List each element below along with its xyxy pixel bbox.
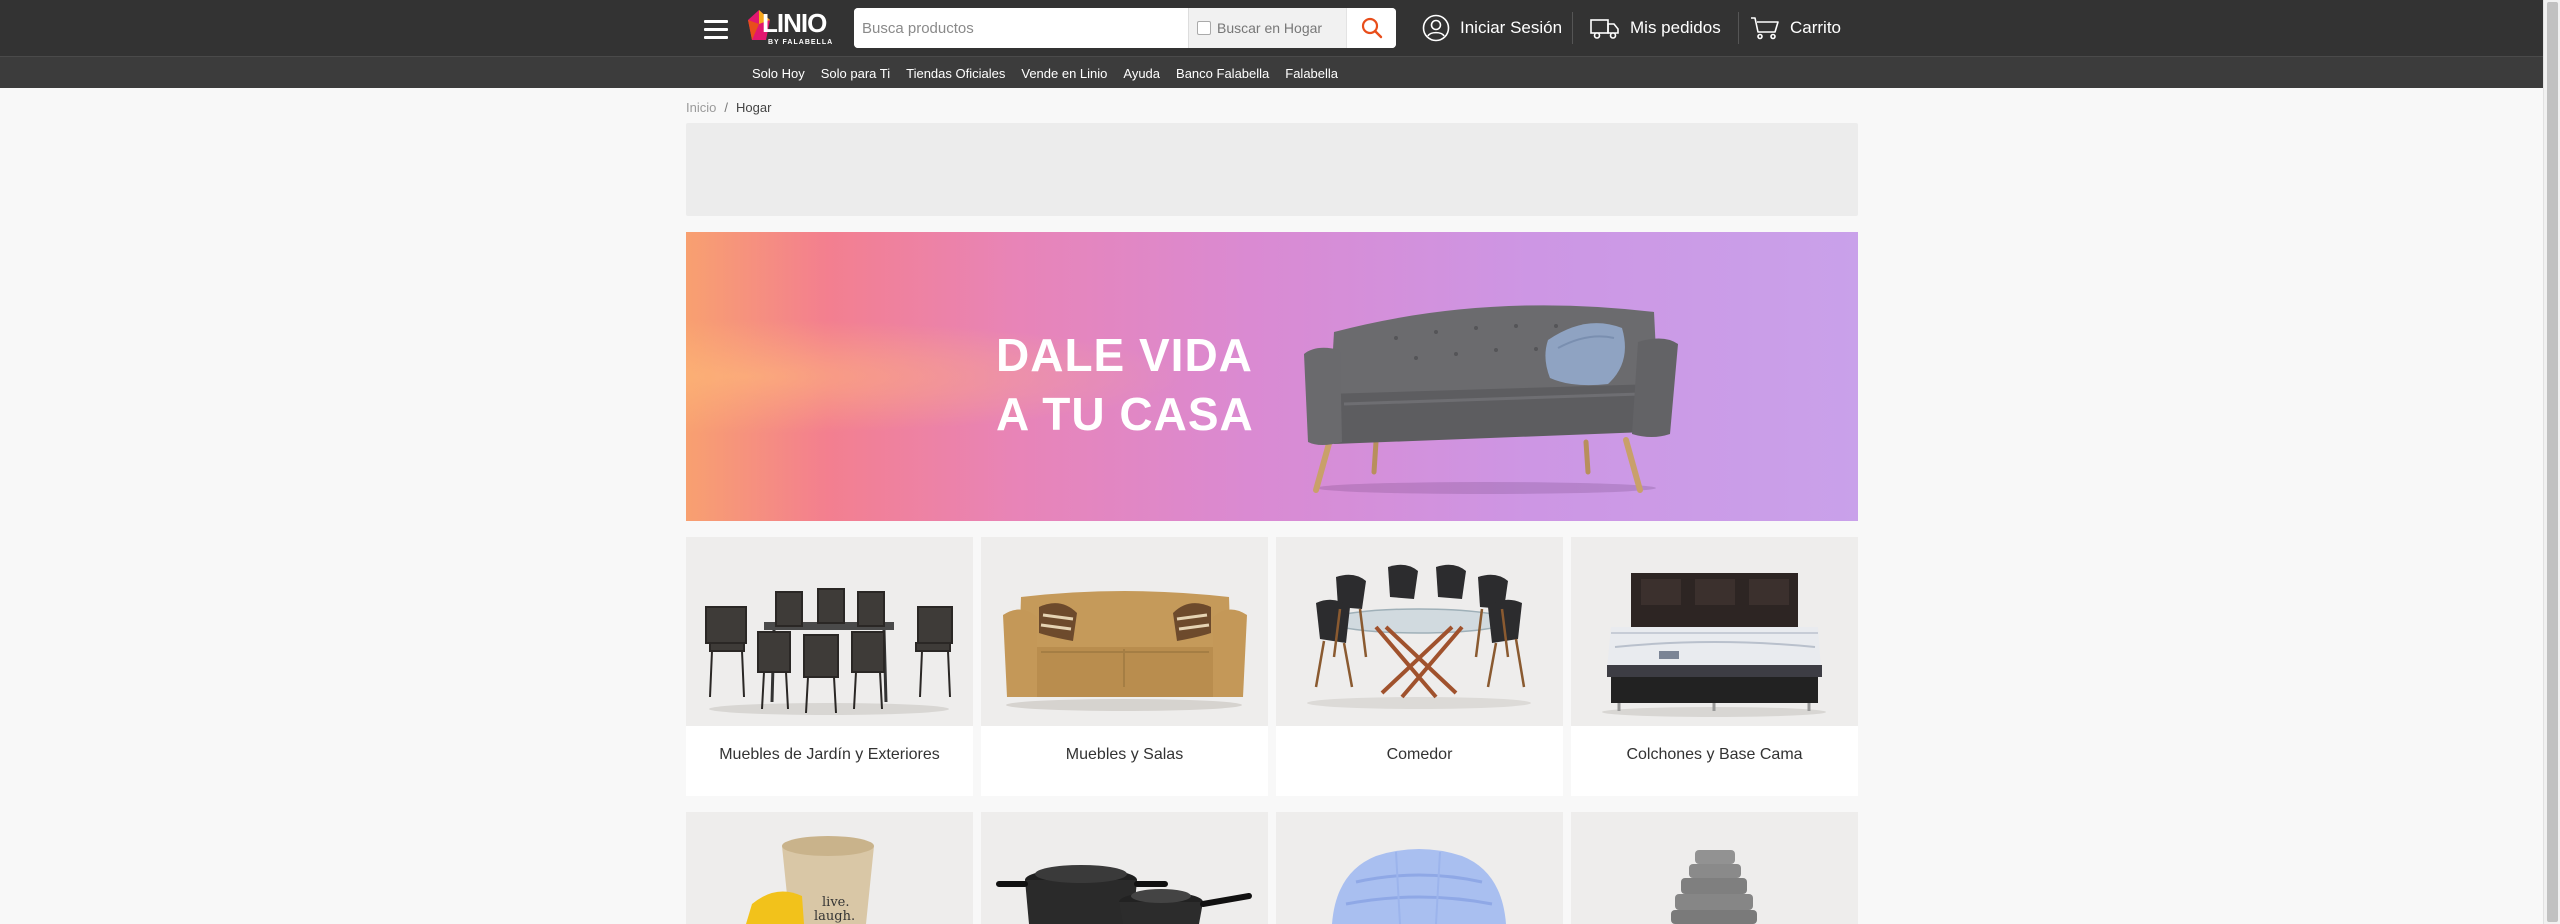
- linio-logo[interactable]: LINIO BY FALABELLA: [748, 6, 838, 50]
- top-header: LINIO BY FALABELLA Buscar en Hogar: [0, 0, 2560, 56]
- nav-item-solo-para-ti[interactable]: Solo para Ti: [821, 66, 890, 81]
- menu-icon[interactable]: [696, 14, 736, 44]
- category-image: [686, 537, 973, 726]
- breadcrumb-home-link[interactable]: Inicio: [686, 100, 716, 115]
- nav-item-solo-hoy[interactable]: Solo Hoy: [752, 66, 805, 81]
- orders-link[interactable]: Mis pedidos: [1590, 0, 1721, 56]
- search-filter-label: Buscar en Hogar: [1217, 20, 1323, 36]
- category-image: [981, 812, 1268, 924]
- svg-text:live.: live.: [822, 895, 850, 910]
- category-card-comedor[interactable]: Comedor: [1276, 537, 1563, 796]
- category-card-cocina[interactable]: [981, 812, 1268, 924]
- sofa-icon: [1003, 591, 1247, 711]
- category-image: [1276, 812, 1563, 924]
- hero-headline-line1: DALE VIDA: [996, 329, 1253, 381]
- breadcrumb: Inicio / Hogar: [686, 98, 771, 116]
- category-image: [981, 537, 1268, 726]
- search-filter-checkbox[interactable]: [1197, 21, 1211, 35]
- page-scrollbar[interactable]: [2543, 0, 2560, 924]
- search-category-filter[interactable]: Buscar en Hogar: [1188, 8, 1346, 48]
- category-image: [1571, 812, 1858, 924]
- cart-label: Carrito: [1790, 18, 1842, 37]
- category-image: live. laugh.: [686, 812, 973, 924]
- secondary-nav: Solo Hoy Solo para Ti Tiendas Oficiales …: [0, 56, 2560, 88]
- category-image: [1571, 537, 1858, 726]
- category-label: Comedor: [1386, 746, 1453, 763]
- breadcrumb-separator: /: [724, 99, 728, 115]
- cart-link[interactable]: Carrito: [1750, 0, 1841, 56]
- category-label: Muebles y Salas: [1065, 746, 1184, 763]
- search-input[interactable]: [854, 8, 1188, 48]
- sofa-image: [1304, 305, 1678, 494]
- search-button[interactable]: [1346, 8, 1396, 48]
- hero-banner[interactable]: DALE VIDA A TU CASA: [686, 232, 1858, 521]
- category-card-jardin[interactable]: Muebles de Jardín y Exteriores: [686, 537, 973, 796]
- secondary-nav-items: Solo Hoy Solo para Ti Tiendas Oficiales …: [752, 57, 1338, 89]
- user-icon: [1422, 14, 1450, 42]
- category-card-decoracion[interactable]: live. laugh.: [686, 812, 973, 924]
- scrollbar-thumb[interactable]: [2547, 2, 2558, 922]
- storage-basket-icon: live. laugh.: [746, 836, 874, 924]
- category-card-colchones[interactable]: Colchones y Base Cama: [1571, 537, 1858, 796]
- header-divider: [1572, 12, 1573, 44]
- search-icon: [1361, 17, 1382, 39]
- cart-icon: [1751, 17, 1779, 40]
- nav-item-falabella[interactable]: Falabella: [1285, 66, 1338, 81]
- logo-text: LINIO: [762, 8, 827, 38]
- login-label: Iniciar Sesión: [1460, 18, 1563, 37]
- svg-text:laugh.: laugh.: [814, 909, 855, 924]
- category-card-muebles-salas[interactable]: Muebles y Salas: [981, 537, 1268, 796]
- category-card-blancos[interactable]: [1276, 812, 1563, 924]
- category-image: [1276, 537, 1563, 726]
- category-card-bano[interactable]: [1571, 812, 1858, 924]
- patio-dining-set-icon: [705, 588, 953, 715]
- dining-table-icon: [1307, 564, 1531, 709]
- cookware-icon: [996, 865, 1252, 924]
- logo-subtext: BY FALABELLA: [768, 39, 834, 46]
- login-link[interactable]: Iniciar Sesión: [1422, 0, 1562, 56]
- header-divider: [1738, 12, 1739, 44]
- truck-icon: [1590, 19, 1619, 39]
- banner-placeholder: [686, 123, 1858, 216]
- orders-label: Mis pedidos: [1630, 18, 1721, 37]
- header-container: LINIO BY FALABELLA Buscar en Hogar: [686, 0, 1858, 56]
- bedding-icon: [1332, 849, 1506, 924]
- bed-icon: [1602, 573, 1826, 717]
- hero-headline-line2: A TU CASA: [996, 388, 1254, 440]
- category-label: Muebles de Jardín y Exteriores: [719, 746, 940, 763]
- search-bar: Buscar en Hogar: [854, 8, 1396, 48]
- nav-item-ayuda[interactable]: Ayuda: [1123, 66, 1160, 81]
- nav-item-banco-falabella[interactable]: Banco Falabella: [1176, 66, 1269, 81]
- nav-item-tiendas-oficiales[interactable]: Tiendas Oficiales: [906, 66, 1005, 81]
- category-label: Colchones y Base Cama: [1626, 746, 1803, 763]
- nav-item-vende-en-linio[interactable]: Vende en Linio: [1021, 66, 1107, 81]
- towels-icon: [1671, 850, 1757, 924]
- hero-headline: DALE VIDA A TU CASA: [996, 326, 1254, 444]
- breadcrumb-current: Hogar: [735, 99, 772, 115]
